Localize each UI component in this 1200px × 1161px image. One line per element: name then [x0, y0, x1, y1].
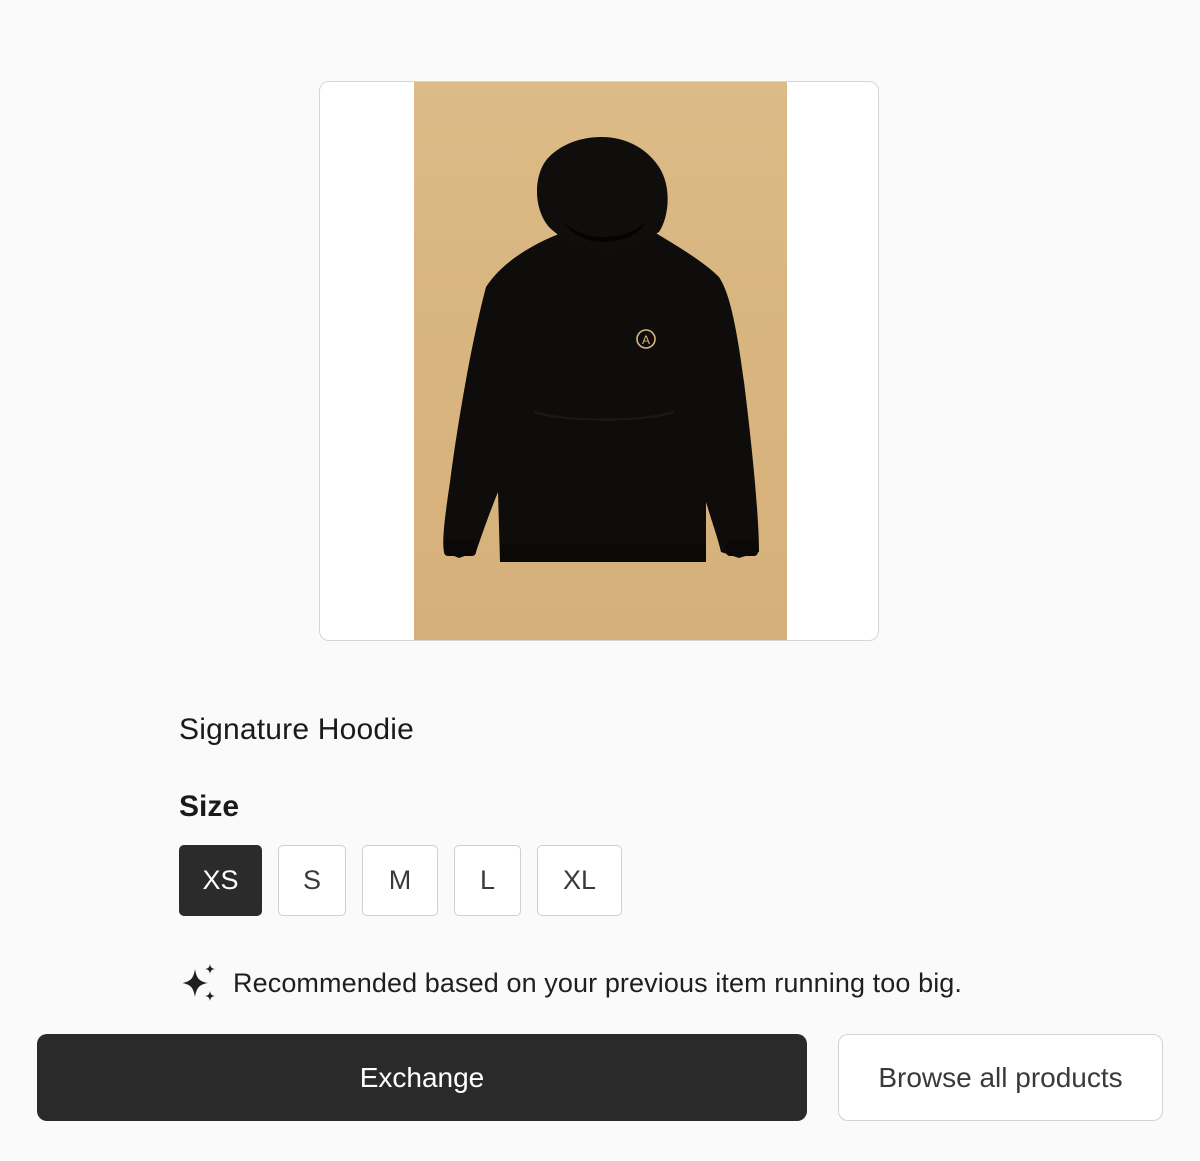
size-option-xs[interactable]: XS: [179, 845, 262, 916]
hoodie-cuff-right: [726, 540, 758, 556]
hoodie-body: [443, 232, 759, 562]
browse-all-products-button[interactable]: Browse all products: [838, 1034, 1163, 1121]
recommendation-text: Recommended based on your previous item …: [233, 967, 963, 998]
sparkle-icon: [182, 964, 215, 1001]
product-name: Signature Hoodie: [179, 713, 415, 746]
exchange-button[interactable]: Exchange: [37, 1034, 807, 1121]
size-selector: XS S M L XL: [179, 845, 622, 916]
size-option-s[interactable]: S: [278, 845, 346, 916]
hoodie-cuff-left: [444, 540, 476, 556]
hoodie-hood: [536, 137, 668, 251]
size-recommendation: Recommended based on your previous item …: [179, 963, 962, 1003]
product-image-card: A: [319, 81, 879, 641]
size-heading: Size: [179, 790, 240, 823]
product-photo: A: [414, 82, 787, 640]
size-option-xl[interactable]: XL: [537, 845, 622, 916]
hoodie-illustration: A: [443, 137, 759, 562]
size-option-l[interactable]: L: [454, 845, 521, 916]
hoodie-hem: [500, 544, 706, 562]
hoodie-logo-letter: A: [642, 333, 650, 347]
size-option-m[interactable]: M: [362, 845, 438, 916]
